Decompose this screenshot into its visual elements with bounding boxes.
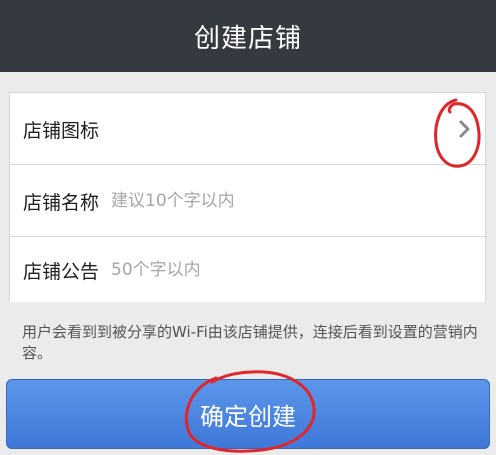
store-name-row[interactable]: 店铺名称	[10, 165, 485, 237]
store-notice-input[interactable]	[111, 260, 412, 280]
page-title: 创建店铺	[193, 23, 302, 54]
app-header: 创建店铺	[0, 0, 496, 72]
store-name-label: 店铺名称	[23, 191, 100, 214]
store-name-input[interactable]	[111, 191, 412, 211]
store-notice-row[interactable]: 店铺公告	[10, 237, 485, 303]
store-notice-label: 店铺公告	[23, 260, 100, 283]
confirm-create-button[interactable]: 确定创建	[6, 379, 490, 449]
store-icon-row[interactable]: 店铺图标	[10, 93, 485, 165]
store-icon-label: 店铺图标	[23, 119, 100, 142]
store-form-card: 店铺图标 店铺名称 店铺公告	[9, 92, 486, 302]
chevron-right-icon[interactable]	[457, 119, 473, 139]
hint-text: 用户会看到到被分享的Wi-Fi由该店铺提供，连接后看到设置的营销内容。	[22, 323, 478, 362]
